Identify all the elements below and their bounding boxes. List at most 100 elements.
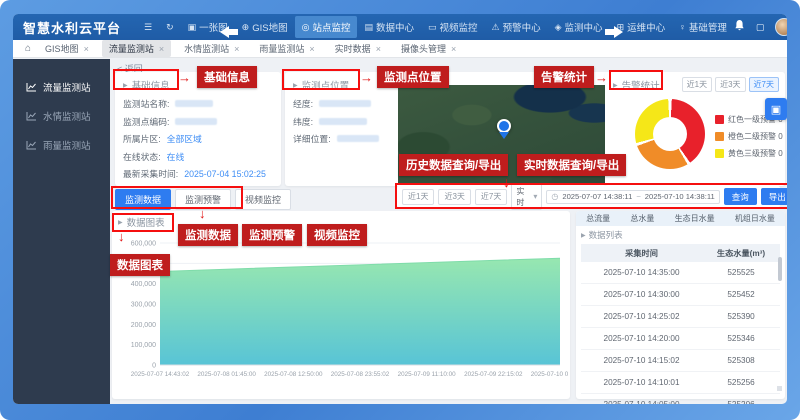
sidebar-item-流量监测站[interactable]: 流量监测站 [13, 72, 110, 101]
sidebar: 流量监测站水情监测站雨量监测站 [13, 59, 110, 404]
tab-摄像头管理[interactable]: 摄像头管理× [394, 40, 463, 57]
tab-雨量监测站[interactable]: 雨量监测站 × [252, 40, 321, 57]
metric-tab-机组日水量[interactable]: 机组日水量 [735, 213, 775, 224]
table-row[interactable]: 2025-07-10 14:05:00525206 [581, 394, 780, 405]
alarm-stats-panel: ▶告警统计 近1天近3天近7天 红色一级预警 0橙色二级预警 0黄色三级预警 0 [605, 72, 785, 186]
app-window: 智慧水利云平台 ☰↻▣一张图⊕GIS地图◎站点监控▤数据中心▭视频监控⚠预警中心… [13, 14, 787, 404]
alarm-range-近3天[interactable]: 近3天 [715, 77, 745, 92]
nav-item-menu-toggle[interactable]: ☰ [137, 18, 159, 37]
legend-item: 橙色二级预警 0 [715, 131, 783, 142]
tab-label: 雨量监测站 [259, 42, 304, 55]
settings-float-button[interactable]: ▣ [765, 98, 787, 120]
fullscreen-icon[interactable]: ▢ [756, 22, 765, 33]
table-cell: 2025-07-10 14:20:00 [581, 328, 702, 350]
field-row: 在线状态:在线 [123, 150, 273, 163]
quick-range-近3天[interactable]: 近3天 [438, 189, 470, 205]
table-scrollbar[interactable] [778, 257, 782, 281]
bell-icon[interactable] [734, 18, 745, 36]
metric-tab-总流量[interactable]: 总流量 [586, 213, 610, 224]
basic-info-fields: 监测站名称:监测点编码:所属片区:全部区域在线状态:在线最新采集时间:2025-… [115, 92, 281, 180]
view-tab-监测数据[interactable]: 监测数据 [115, 189, 171, 210]
ops-icon: ⊞ [617, 22, 625, 33]
avatar[interactable] [775, 18, 787, 36]
table-row[interactable]: 2025-07-10 14:35:00525525 [581, 262, 780, 284]
field-row: 最新采集时间:2025-07-04 15:02:25 [123, 167, 273, 180]
table-row[interactable]: 2025-07-10 14:20:00525346 [581, 328, 780, 350]
field-row: 监测站名称: [123, 97, 273, 110]
svg-text:2025-07-09 22:15:02: 2025-07-09 22:15:02 [464, 371, 523, 378]
legend-color-swatch [715, 149, 724, 158]
alarm-icon: ⚠ [492, 22, 500, 33]
close-icon[interactable]: × [159, 44, 164, 54]
nav-item-data-center[interactable]: ▤数据中心 [357, 16, 421, 38]
mode-select[interactable]: 实时▾ [511, 183, 542, 210]
navbar-right: ▢ admin ▾ [734, 18, 787, 36]
table-row[interactable]: 2025-07-10 14:30:00525452 [581, 284, 780, 306]
field-value: 全部区域 [167, 132, 202, 145]
table-row[interactable]: 2025-07-10 14:25:02525390 [581, 306, 780, 328]
tab-实时数据[interactable]: 实时数据× [328, 40, 388, 57]
nav-item-one-map[interactable]: ▣一张图 [181, 16, 235, 38]
sidebar-item-水情监测站[interactable]: 水情监测站 [13, 101, 110, 130]
nav-item-gis-map[interactable]: ⊕GIS地图 [235, 16, 295, 38]
close-icon[interactable]: × [309, 44, 314, 54]
table-row[interactable]: 2025-07-10 14:15:02525308 [581, 350, 780, 372]
data-table: 采集时间生态水量(m³)2025-07-10 14:35:00525525202… [581, 244, 780, 404]
svg-text:200,000: 200,000 [131, 322, 156, 329]
sidebar-item-雨量监测站[interactable]: 雨量监测站 [13, 130, 110, 159]
nav-item-ops-center[interactable]: ⊞运维中心 [610, 16, 673, 38]
nav-item-label: 数据中心 [376, 20, 414, 34]
export-button[interactable]: 导出 [761, 188, 787, 205]
tab-GIS地图[interactable]: GIS地图× [38, 40, 96, 57]
tab-bar: ⌂ GIS地图×流量监测站×水情监测站×雨量监测站×实时数据×摄像头管理× [13, 40, 787, 58]
map-pin-icon[interactable] [497, 119, 511, 133]
svg-text:2025-07-08 01:45:00: 2025-07-08 01:45:00 [197, 371, 256, 378]
metric-tab-生态日水量[interactable]: 生态日水量 [675, 213, 715, 224]
alarm-range-近1天[interactable]: 近1天 [682, 77, 712, 92]
quick-range-近1天[interactable]: 近1天 [402, 189, 434, 205]
nav-item-video-monitor[interactable]: ▭视频监控 [421, 16, 485, 38]
layout: 流量监测站水情监测站雨量监测站 < 返回 ▶基础信息 监测站名称:监测点编码:所… [13, 59, 787, 404]
alarm-range-近7天[interactable]: 近7天 [749, 77, 779, 92]
close-icon[interactable]: × [376, 44, 381, 54]
nav-item-label: 视频监控 [440, 20, 478, 34]
tab-流量监测站[interactable]: 流量监测站 × [102, 40, 171, 57]
query-button[interactable]: 查询 [724, 188, 757, 205]
field-label: 详细位置: [293, 132, 331, 145]
view-tab-视频监控[interactable]: 视频监控 [235, 189, 291, 210]
nav-item-alert-center[interactable]: ⚠预警中心 [485, 16, 548, 38]
nav-item-monitor-center[interactable]: ◈监测中心 [548, 16, 610, 38]
gis-icon: ⊕ [242, 22, 250, 33]
home-icon[interactable]: ⌂ [25, 43, 31, 54]
close-icon[interactable]: × [84, 44, 89, 54]
table-row[interactable]: 2025-07-10 14:10:01525256 [581, 372, 780, 394]
basic-info-header[interactable]: ▶基础信息 [115, 72, 281, 92]
satellite-map[interactable] [398, 85, 609, 185]
clock-icon: ◷ [551, 192, 558, 201]
nav-item-base-manage[interactable]: ♀基础管理 [672, 16, 734, 38]
table-cell: 525346 [702, 328, 780, 350]
sidebar-item-label: 雨量监测站 [43, 138, 91, 152]
table-header[interactable]: ▶数据列表 [576, 226, 785, 241]
table-panel: 总流量总水量生态日水量机组日水量 ▶数据列表 采集时间生态水量(m³)2025-… [576, 211, 785, 399]
svg-text:600,000: 600,000 [131, 241, 156, 248]
table-cell: 525452 [702, 284, 780, 306]
tab-label: 流量监测站 [109, 42, 154, 55]
field-label: 监测点编码: [123, 115, 169, 128]
monitor-icon: ◈ [555, 22, 562, 33]
nav-item-site-monitor[interactable]: ◎站点监控 [295, 16, 358, 38]
date-range-input[interactable]: ◷ 2025-07-07 14:38:11 ~ 2025-07-10 14:38… [546, 190, 719, 204]
section-arrow-icon: ▶ [613, 82, 618, 89]
section-arrow-icon: ▶ [118, 219, 123, 226]
close-icon[interactable]: × [234, 44, 239, 54]
quick-range-近7天[interactable]: 近7天 [475, 189, 507, 205]
section-arrow-icon: ▶ [293, 82, 298, 89]
tab-水情监测站[interactable]: 水情监测站 × [177, 40, 246, 57]
view-tab-监测预警[interactable]: 监测预警 [175, 189, 231, 210]
field-value-hidden [319, 100, 371, 107]
metric-tab-总水量[interactable]: 总水量 [630, 213, 654, 224]
tab-label: 水情监测站 [184, 42, 229, 55]
close-icon[interactable]: × [451, 44, 456, 54]
sidebar-item-label: 水情监测站 [43, 109, 91, 123]
nav-item-refresh[interactable]: ↻ [159, 18, 181, 37]
